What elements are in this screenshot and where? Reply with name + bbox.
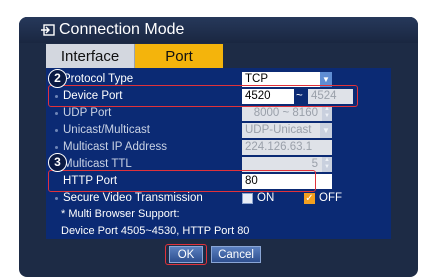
unicast-multicast-value: UDP-Unicast [245, 124, 312, 136]
dialog-title-bar: Connection Mode [19, 17, 418, 43]
row-unicast-multicast: Unicast/Multicast UDP-Unicast ▼ [46, 122, 391, 139]
port-settings-panel: Protocol Type TCP ▼ Device Port 4520 ~ 4… [46, 68, 391, 239]
udp-port-value: 8000 ~ 8160 [253, 107, 318, 119]
bullet-icon [55, 197, 58, 200]
secure-video-off-label: OFF [319, 192, 342, 204]
secure-video-label: Secure Video Transmission [63, 192, 203, 204]
secure-video-on-checkbox[interactable] [242, 193, 253, 204]
multi-browser-ports: Device Port 4505~4530, HTTP Port 80 [61, 225, 250, 237]
bullet-icon [55, 112, 58, 115]
multicast-ip-field: 224.126.63.1 [242, 140, 332, 155]
device-port-highlight [48, 85, 358, 107]
tab-interface[interactable]: Interface [46, 44, 135, 69]
bullet-icon [55, 146, 58, 149]
udp-port-label: UDP Port [63, 107, 112, 119]
chevron-down-icon: ▼ [320, 123, 332, 138]
connection-icon [41, 24, 55, 36]
unicast-multicast-label: Unicast/Multicast [63, 124, 150, 136]
connection-mode-dialog: Connection Mode Interface Port Protocol … [19, 17, 418, 277]
unicast-multicast-select: UDP-Unicast ▼ [242, 123, 332, 138]
multicast-ip-label: Multicast IP Address [63, 141, 167, 153]
udp-port-field: 8000 ~ 8160 ▲ ▼ [242, 106, 332, 121]
multicast-ttl-value: 5 [311, 158, 318, 170]
dialog-buttons: OK Cancel [19, 244, 418, 266]
spin-arrows-icon: ▲ ▼ [322, 106, 332, 121]
bullet-icon [55, 129, 58, 132]
dialog-title: Connection Mode [59, 21, 185, 38]
secure-video-on-label: ON [257, 192, 275, 204]
http-port-highlight [48, 170, 316, 192]
spin-arrows-icon: ▲ ▼ [322, 157, 332, 172]
tab-port[interactable]: Port [135, 44, 223, 69]
ok-button-highlight [165, 244, 207, 265]
row-multicast-ip: Multicast IP Address 224.126.63.1 [46, 139, 391, 156]
row-secure-video: Secure Video Transmission ON ✓ OFF [46, 190, 391, 207]
secure-video-off-checkbox[interactable]: ✓ [304, 193, 315, 204]
cancel-button[interactable]: Cancel [211, 246, 261, 263]
multi-browser-note: * Multi Browser Support: [61, 208, 180, 220]
protocol-type-value: TCP [245, 73, 268, 85]
step-3-badge: 3 [48, 153, 67, 172]
step-2-badge: 2 [48, 69, 67, 88]
row-udp-port: UDP Port 8000 ~ 8160 ▲ ▼ [46, 105, 391, 122]
multicast-ip-value: 224.126.63.1 [245, 141, 313, 153]
